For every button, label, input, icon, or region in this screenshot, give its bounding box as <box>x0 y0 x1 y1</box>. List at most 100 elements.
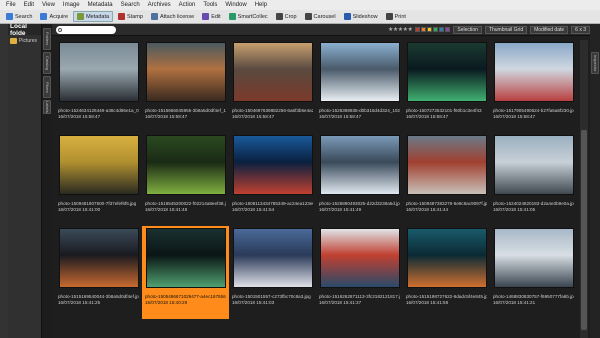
photo-thumbnail[interactable] <box>406 42 487 102</box>
thumbnail-cell[interactable]: photo-1515169540044-3b8a5d0df4ef.jpg 16/0… <box>55 226 142 319</box>
thumbnail-cell[interactable]: photo-1468830830757-f6950777fa6b.jpg 16/0… <box>490 226 577 319</box>
rating-filter[interactable]: ★★★★★ <box>388 26 413 33</box>
menu-image[interactable]: Image <box>59 0 84 10</box>
tab-catalog[interactable]: Catalog <box>43 52 51 74</box>
smartcollec-button[interactable]: SmartCollec <box>226 11 271 22</box>
toolbar-label: Stamp <box>127 13 143 20</box>
stamp-icon <box>118 13 126 20</box>
tab-inspector[interactable]: Inspector <box>591 52 599 74</box>
slideshow-icon <box>343 13 351 20</box>
left-tab-strip <box>0 24 8 338</box>
folder-pictures[interactable]: Pictures <box>8 35 41 47</box>
thumbnail-cell[interactable]: photo-1508113434785349-ac24ea123e0.jpg16… <box>229 133 316 226</box>
photo-thumbnail[interactable] <box>58 42 139 102</box>
color-label-swatch[interactable] <box>427 27 433 32</box>
photo-thumbnail[interactable] <box>319 42 400 102</box>
thumbnail-cell[interactable]: photo-1526890493025-d22d3238a5d.jpg 16/07… <box>316 133 403 226</box>
color-label-filter[interactable] <box>415 27 451 32</box>
menu-edit[interactable]: Edit <box>20 0 38 10</box>
file-date: 16/07/2018 15:40:29 <box>145 300 188 305</box>
photo-thumbnail[interactable] <box>232 135 313 195</box>
sort-dropdown[interactable]: Modified date <box>530 25 569 34</box>
file-date: 16/07/2018 15:41:03 <box>232 300 275 305</box>
color-label-swatch[interactable] <box>433 27 439 32</box>
menu-archives[interactable]: Archives <box>144 0 175 10</box>
thumbnail-cell[interactable]: photo-1515198727622-6dadc5f4e845.jpg 16/0… <box>403 226 490 319</box>
toolbar-label: Crop <box>284 13 297 20</box>
menu-tools[interactable]: Tools <box>199 0 221 10</box>
photo-thumbnail[interactable] <box>406 135 487 195</box>
thumbnail-cell[interactable]: photo-1509481807500-7f37efef6f6.jpg 16/07… <box>55 133 142 226</box>
thumbnail-cell[interactable]: photo-1524024820183-d2a4e3b9e0a.jpg 16/07… <box>490 133 577 226</box>
thumbnail-cell[interactable]: photo-1515666045955-3b8a5d0df4ef_1024 16/… <box>142 40 229 133</box>
file-date: 16/07/2018 15:41:00 <box>58 207 101 212</box>
thumbnail-cell[interactable]: photo-1507272532101-f60b1c3e4f43 16/07/20… <box>403 40 490 133</box>
color-label-swatch[interactable] <box>445 27 451 32</box>
edit-button[interactable]: Edit <box>199 11 223 22</box>
menu-view[interactable]: View <box>38 0 59 10</box>
menu-action[interactable]: Action <box>175 0 200 10</box>
thumbnail-cell[interactable]: photo-1505496671029477-a4ec1675b6e.jpg16… <box>142 226 229 319</box>
acquire-button[interactable]: Acquire <box>37 11 71 22</box>
carousel-icon <box>304 13 312 20</box>
metadata-button[interactable]: Metadata <box>73 11 114 22</box>
photo-thumbnail[interactable] <box>145 135 226 195</box>
file-date: 16/07/2018 15:41:25 <box>58 300 101 305</box>
thumbnail-cell[interactable]: photo-1524634126449-a38c4d86e1a_0024 16/0… <box>55 40 142 133</box>
photo-thumbnail[interactable] <box>58 228 139 288</box>
search-input[interactable] <box>56 25 116 34</box>
photo-thumbnail[interactable] <box>232 42 313 102</box>
attach-license-button[interactable]: Attach license <box>148 11 197 22</box>
print-button[interactable]: Print <box>383 11 409 22</box>
search-button[interactable]: Search <box>3 11 35 22</box>
selection-button[interactable]: Selection <box>453 25 482 34</box>
photo-thumbnail[interactable] <box>145 228 226 288</box>
print-icon <box>385 13 393 20</box>
thumbnail-cell[interactable]: photo-1504697639882256-6a6f3b5e4a24 16/07… <box>229 40 316 133</box>
file-date: 16/07/2018 15:41:37 <box>319 300 362 305</box>
vertical-scrollbar[interactable] <box>580 40 588 338</box>
thumbnail-cell[interactable]: photo-1516262871113-3fc2182121817.jpg 16/… <box>316 226 403 319</box>
carousel-button[interactable]: Carousel <box>302 11 339 22</box>
menu-metadata[interactable]: Metadata <box>84 0 117 10</box>
toolbar-label: Attach license <box>159 13 195 20</box>
menu-help[interactable]: Help <box>251 0 271 10</box>
stamp-button[interactable]: Stamp <box>115 11 146 22</box>
tab-folders[interactable]: Folders <box>43 28 51 50</box>
file-date: 16/07/2018 15:58:47 <box>406 114 449 119</box>
photo-thumbnail[interactable] <box>58 135 139 195</box>
color-label-swatch[interactable] <box>421 27 427 32</box>
toolbar-label: SmartCollec <box>237 13 268 20</box>
menu-search[interactable]: Search <box>117 0 144 10</box>
license-icon <box>150 13 158 20</box>
grid-size-dropdown[interactable]: 6 x 3 <box>571 25 590 34</box>
search-icon <box>6 13 13 20</box>
thumbnail-cell[interactable]: photo-1501501557-c273fbc70c8a3.jpg 16/07/… <box>229 226 316 319</box>
tab-labels[interactable]: Labels <box>43 100 51 114</box>
photo-thumbnail[interactable] <box>493 135 574 195</box>
scroll-thumb[interactable] <box>581 130 587 330</box>
slideshow-button[interactable]: Slideshow <box>341 11 381 22</box>
thumbnail-cell[interactable]: photo-1509487383276-6e8c6ac9097f.jpg 16/0… <box>403 133 490 226</box>
file-date: 16/07/2018 15:41:54 <box>232 207 275 212</box>
menu-window[interactable]: Window <box>221 0 250 10</box>
panel-title: Local folde <box>8 23 41 37</box>
view-mode-dropdown[interactable]: Thumbnail Grid <box>484 25 528 34</box>
tab-filters[interactable]: Filters <box>43 76 51 98</box>
panel-tabs: Folders Catalog Filters Labels <box>42 24 52 338</box>
file-date: 16/07/2018 15:58:47 <box>319 114 362 119</box>
photo-thumbnail[interactable] <box>493 228 574 288</box>
thumbnail-cell[interactable]: photo-1516545200022-f02214a8eef38.jpg 16/… <box>142 133 229 226</box>
color-label-swatch[interactable] <box>415 27 421 32</box>
menu-file[interactable]: File <box>2 0 20 10</box>
photo-thumbnail[interactable] <box>145 42 226 102</box>
photo-thumbnail[interactable] <box>406 228 487 288</box>
photo-thumbnail[interactable] <box>319 135 400 195</box>
photo-thumbnail[interactable] <box>493 42 574 102</box>
thumbnail-cell[interactable]: photo-1526398935-d0b315d4d324_1024 16/07/… <box>316 40 403 133</box>
photo-thumbnail[interactable] <box>319 228 400 288</box>
thumbnail-cell[interactable]: photo-1517905490624-b27fa5a6f230.jpg 16/0… <box>490 40 577 133</box>
crop-button[interactable]: Crop <box>273 11 300 22</box>
color-label-swatch[interactable] <box>439 27 445 32</box>
photo-thumbnail[interactable] <box>232 228 313 288</box>
